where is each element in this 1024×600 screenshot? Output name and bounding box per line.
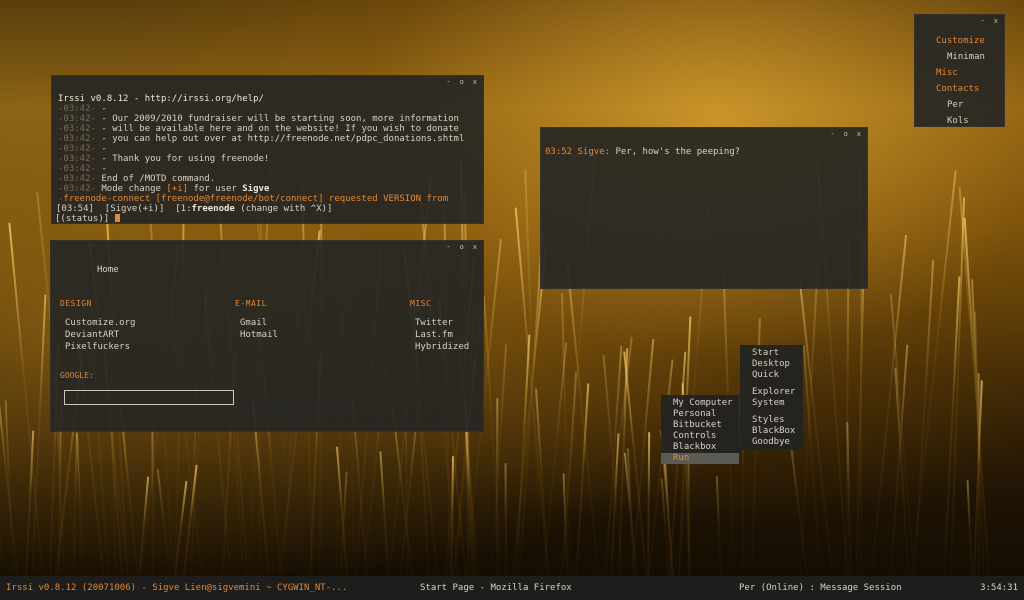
- maximize-button[interactable]: o: [844, 130, 848, 138]
- submenu-item-blackbox[interactable]: Blackbox: [661, 442, 739, 453]
- task-firefox[interactable]: Start Page - Mozilla Firefox: [420, 576, 572, 600]
- irssi-log-line: -03:42- - Our 2009/2010 fundraiser will …: [58, 114, 459, 124]
- irssi-log-line: -03:42- -: [58, 104, 107, 114]
- root-menu-item-system[interactable]: System: [740, 398, 803, 409]
- irssi-connect-line: -freenode-connect [freenode@freenode/bot…: [58, 194, 449, 204]
- menu-list: Customize Miniman Misc Contacts Per Kols: [915, 33, 1004, 129]
- irssi-log-line: -03:42- - you can help out over at http:…: [58, 134, 465, 144]
- root-menu: Start Desktop Quick Explorer System Styles Bla…: [740, 345, 803, 450]
- menu-item-kols[interactable]: Kols: [915, 113, 1004, 129]
- irssi-window[interactable]: - o x Irssi v0.8.12 - http://irssi.org/h…: [51, 75, 484, 224]
- close-button[interactable]: x: [994, 17, 998, 25]
- message-text: Per, how's the peeping?: [615, 147, 741, 157]
- submenu-item-bitbucket[interactable]: Bitbucket: [661, 420, 739, 431]
- column-heading: DESIGN: [60, 299, 92, 308]
- menu-item-miniman[interactable]: Miniman: [915, 49, 1004, 65]
- link-deviantart[interactable]: DeviantART: [60, 329, 135, 341]
- irssi-log-line: -03:42- -: [58, 144, 107, 154]
- text-cursor: [114, 214, 120, 222]
- root-menu-item-blackbox[interactable]: BlackBox: [740, 426, 803, 437]
- window-controls: - o x: [446, 78, 477, 86]
- start-page-window[interactable]: - o x Home DESIGN Customize.org DeviantA…: [50, 240, 484, 432]
- submenu-item-personal[interactable]: Personal: [661, 409, 739, 420]
- link-customize[interactable]: Customize.org: [60, 317, 135, 329]
- message-nick: Sigve:: [577, 147, 611, 157]
- irssi-log-line: -03:42- -: [58, 164, 107, 174]
- task-message-session[interactable]: Per (Online) : Message Session: [739, 576, 902, 600]
- message-time: 03:52: [545, 147, 573, 157]
- link-hybridized[interactable]: Hybridized: [410, 341, 469, 353]
- contacts-menu-window[interactable]: - x Customize Miniman Misc Contacts Per Kols: [914, 14, 1005, 127]
- column-heading: MISC: [410, 299, 432, 308]
- irssi-log-line: -03:42- - Thank you for using freenode!: [58, 154, 270, 164]
- link-pixelfuckers[interactable]: Pixelfuckers: [60, 341, 135, 353]
- root-menu-item-goodbye[interactable]: Goodbye: [740, 437, 803, 448]
- google-search-input[interactable]: [64, 390, 234, 405]
- minimize-button[interactable]: -: [830, 130, 834, 138]
- irssi-log: Irssi v0.8.12 - http://irssi.org/help/ -…: [58, 94, 477, 204]
- irssi-mode-line: -03:42- Mode change [+i] for user Sigve: [58, 184, 270, 194]
- irssi-log-line: -03:42- - will be available here and on …: [58, 124, 459, 134]
- root-menu-item-start[interactable]: Start: [740, 348, 803, 359]
- link-hotmail[interactable]: Hotmail: [235, 329, 278, 341]
- maximize-button[interactable]: o: [460, 243, 464, 251]
- root-menu-item-desktop[interactable]: Desktop: [740, 359, 803, 370]
- irssi-input[interactable]: [(status)]: [55, 214, 120, 224]
- menu-item-per[interactable]: Per: [915, 97, 1004, 113]
- link-column-email: E-MAIL Gmail Hotmail: [235, 299, 278, 341]
- taskbar: Irssi v0.8.12 (20071006) - Sigve Lien@si…: [0, 576, 1024, 600]
- link-column-misc: MISC Twitter Last.fm Hybridized: [410, 299, 469, 353]
- submenu-item-my-computer[interactable]: My Computer: [661, 398, 739, 409]
- root-menu-item-styles[interactable]: Styles: [740, 415, 803, 426]
- window-controls: - o x: [446, 243, 477, 251]
- clock: 3:54:31: [980, 583, 1018, 593]
- root-menu-item-quick[interactable]: Quick: [740, 370, 803, 381]
- task-irssi[interactable]: Irssi v0.8.12 (20071006) - Sigve Lien@si…: [6, 576, 347, 600]
- start-submenu: My Computer Personal Bitbucket Controls Blac…: [661, 395, 739, 464]
- maximize-button[interactable]: o: [460, 78, 464, 86]
- google-label: GOOGLE:: [60, 371, 94, 380]
- column-heading: E-MAIL: [235, 299, 267, 308]
- menu-item-misc[interactable]: Misc: [915, 65, 1004, 81]
- link-lastfm[interactable]: Last.fm: [410, 329, 469, 341]
- close-button[interactable]: x: [857, 130, 861, 138]
- menu-item-customize[interactable]: Customize: [915, 33, 1004, 49]
- chat-message: 03:52 Sigve: Per, how's the peeping?: [545, 147, 740, 157]
- minimize-button[interactable]: -: [981, 17, 985, 25]
- menu-item-contacts[interactable]: Contacts: [915, 81, 1004, 97]
- close-button[interactable]: x: [473, 243, 477, 251]
- minimize-button[interactable]: -: [446, 243, 450, 251]
- close-button[interactable]: x: [473, 78, 477, 86]
- home-link[interactable]: Home: [97, 265, 119, 275]
- root-menu-item-explorer[interactable]: Explorer: [740, 387, 803, 398]
- link-gmail[interactable]: Gmail: [235, 317, 278, 329]
- window-controls: - x: [981, 17, 998, 25]
- link-column-design: DESIGN Customize.org DeviantART Pixelfuc…: [60, 299, 135, 353]
- irssi-statusbar: [03:54] [Sigve(+i)] [1:freenode (change …: [56, 204, 333, 214]
- link-twitter[interactable]: Twitter: [410, 317, 469, 329]
- irssi-header: Irssi v0.8.12 - http://irssi.org/help/: [58, 94, 264, 104]
- minimize-button[interactable]: -: [446, 78, 450, 86]
- message-session-window[interactable]: - o x 03:52 Sigve: Per, how's the peepin…: [540, 127, 868, 289]
- window-controls: - o x: [830, 130, 861, 138]
- irssi-log-line: -03:42- End of /MOTD command.: [58, 174, 216, 184]
- submenu-item-run[interactable]: Run: [661, 453, 739, 464]
- submenu-item-controls[interactable]: Controls: [661, 431, 739, 442]
